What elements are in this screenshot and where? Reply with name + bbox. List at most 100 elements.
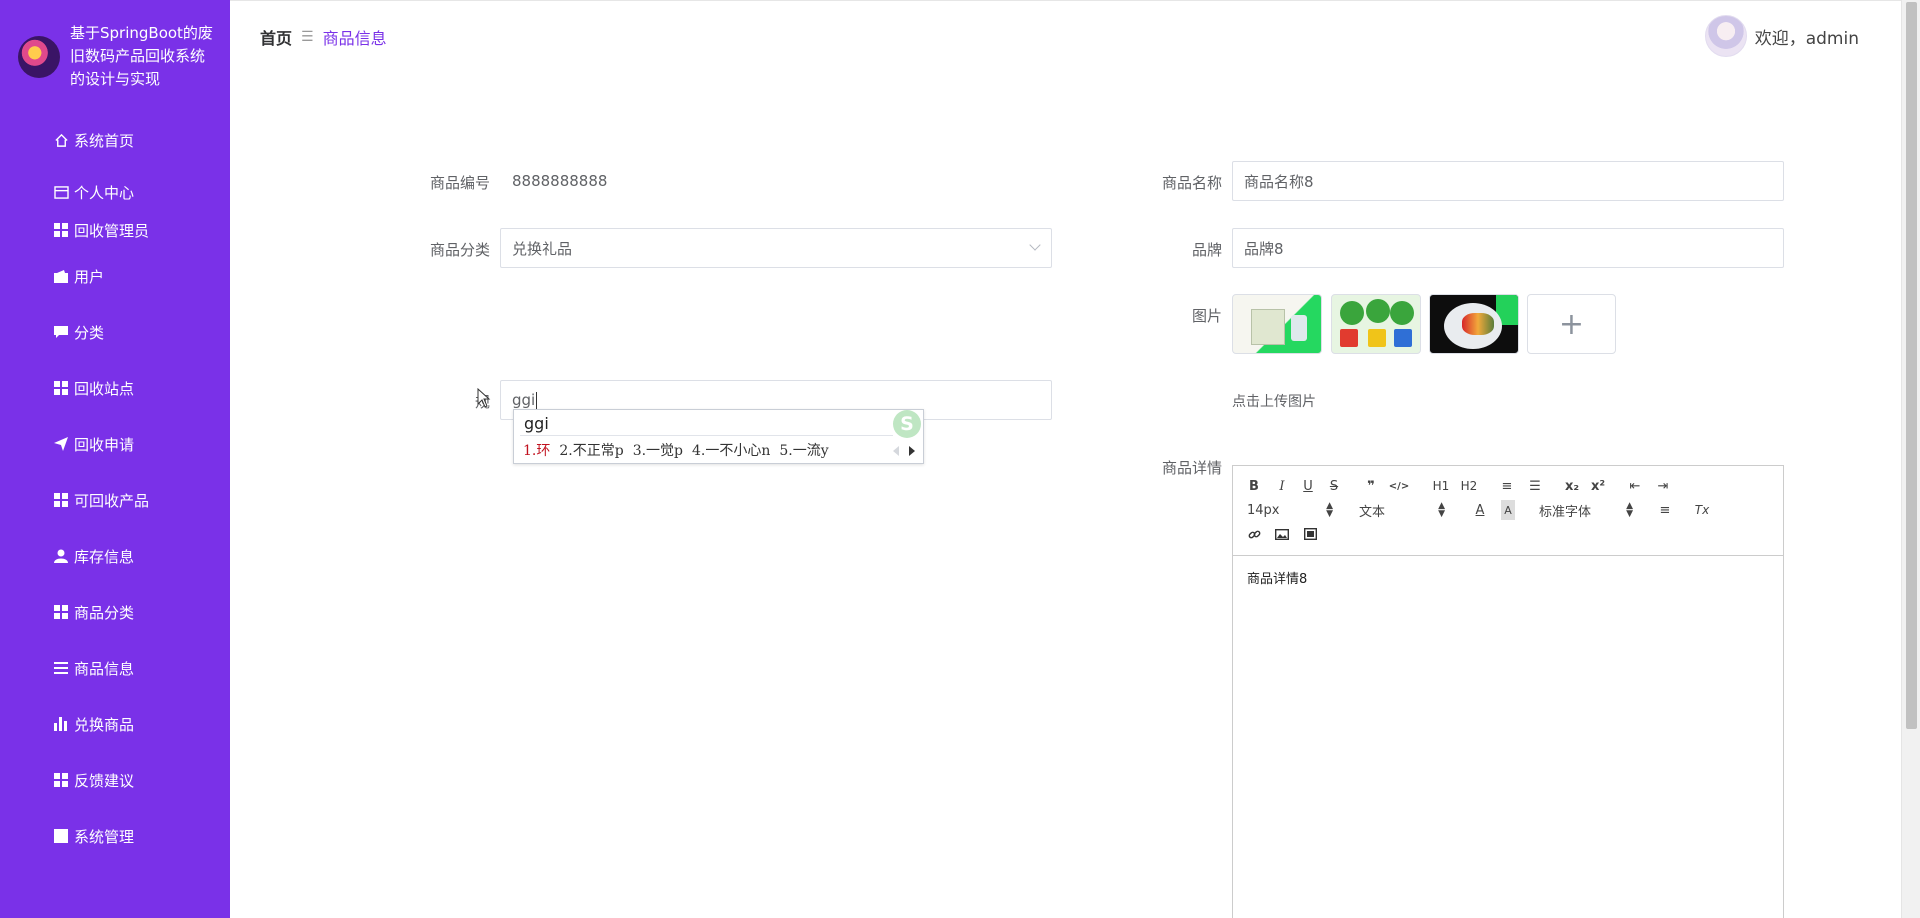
text-style-value: 文本 — [1359, 504, 1386, 520]
category-label: 商品分类 — [429, 241, 490, 259]
italic-button[interactable]: I — [1275, 476, 1289, 496]
outdent-button[interactable]: ⇤ — [1627, 476, 1643, 496]
grid-icon — [53, 772, 69, 788]
comment-icon — [53, 324, 69, 340]
uploaded-image[interactable] — [1429, 294, 1519, 354]
sidebar-item-label: 系统管理 — [74, 827, 135, 846]
ime-next-page-icon[interactable] — [909, 446, 915, 456]
sidebar-item-feedback[interactable]: 反馈建议 — [0, 752, 230, 808]
detail-label: 商品详情 — [1161, 459, 1222, 477]
breadcrumb-home[interactable]: 首页 — [260, 25, 292, 49]
ime-composition: ggi — [524, 414, 549, 433]
sidebar-item-goods-category[interactable]: 商品分类 — [0, 584, 230, 640]
sidebar-item-exchange-goods[interactable]: 兑换商品 — [0, 696, 230, 752]
video-icon — [1303, 528, 1317, 540]
subscript-button[interactable]: x₂ — [1563, 476, 1581, 496]
text-style-select[interactable]: 文本 ▲ ▼ — [1359, 501, 1445, 520]
toolbar-row: 14px ▲ ▼ 文本 ▲ ▼ A A 标准字体 ▲ ▼ ≡ Tx — [1247, 500, 1711, 520]
rich-text-editor: B I U S ❞ </> H1 H2 ≡ ☰ x₂ x² ⇤ ⇥ 14px ▲… — [1232, 465, 1784, 918]
brand-input[interactable]: 品牌8 — [1232, 228, 1784, 268]
category-select[interactable]: 兑换礼品 — [500, 228, 1052, 268]
font-family-value: 标准字体 — [1539, 504, 1592, 520]
indent-button[interactable]: ⇥ — [1655, 476, 1671, 496]
sidebar-item-label: 库存信息 — [74, 547, 135, 566]
font-family-select[interactable]: 标准字体 ▲ ▼ — [1539, 501, 1633, 520]
video-button[interactable] — [1303, 524, 1317, 544]
mouse-cursor-icon — [477, 388, 491, 408]
sidebar-item-recycle-station[interactable]: 回收站点 — [0, 360, 230, 416]
ordered-list-button[interactable]: ≡ — [1499, 476, 1515, 496]
quote-button[interactable]: ❞ — [1363, 476, 1379, 496]
plus-icon: + — [1558, 306, 1585, 342]
paper-plane-icon — [53, 436, 69, 452]
sidebar-item-label: 用户 — [74, 267, 105, 286]
logo — [18, 36, 60, 78]
brand-label: 品牌 — [1191, 241, 1222, 259]
name-input[interactable]: 商品名称8 — [1232, 161, 1784, 201]
strikethrough-button[interactable]: S — [1327, 476, 1341, 496]
avatar[interactable] — [1704, 15, 1747, 57]
code-label: 商品编号 — [429, 174, 490, 192]
code-value: 8888888888 — [512, 172, 608, 190]
upload-button[interactable]: + — [1527, 294, 1616, 354]
sidebar-item-label: 分类 — [74, 323, 105, 342]
ime-divider — [520, 435, 893, 436]
ime-candidate[interactable]: 2.不正常p — [559, 443, 623, 459]
ime-candidate[interactable]: 5.一流y — [779, 443, 828, 459]
updown-icon: ▲ ▼ — [1626, 501, 1633, 519]
ime-candidate[interactable]: 3.一觉p — [633, 443, 683, 459]
ime-candidate[interactable]: 4.一不小心n — [692, 443, 770, 459]
sidebar-item-label: 反馈建议 — [74, 771, 135, 790]
grid-icon — [53, 380, 69, 396]
sidebar-item-label: 回收站点 — [74, 379, 135, 398]
background-color-button[interactable]: A — [1501, 500, 1515, 520]
sidebar-item-category[interactable]: 分类 — [0, 304, 230, 360]
sidebar: 基于SpringBoot的废旧数码产品回收系统的设计与实现 系统首页 个人中心 … — [0, 0, 230, 918]
sidebar-item-label: 兑换商品 — [74, 715, 135, 734]
scrollbar-thumb[interactable] — [1906, 2, 1917, 729]
updown-icon: ▲ ▼ — [1326, 501, 1333, 519]
h2-button[interactable]: H2 — [1459, 476, 1479, 496]
font-size-select[interactable]: 14px ▲ ▼ — [1247, 501, 1333, 519]
sidebar-item-recycle-apply[interactable]: 回收申请 — [0, 416, 230, 472]
sidebar-item-label: 系统首页 — [74, 131, 135, 150]
sidebar-item-recycle-admin[interactable]: 回收管理员 — [0, 212, 230, 248]
font-size-value: 14px — [1247, 502, 1280, 518]
ime-candidates: 1.环 2.不正常p 3.一觉p 4.一不小心n 5.一流y — [523, 440, 838, 460]
category-select-value: 兑换礼品 — [512, 239, 573, 258]
sidebar-item-label: 回收管理员 — [74, 221, 150, 240]
sidebar-item-goods-info[interactable]: 商品信息 — [0, 640, 230, 696]
underline-button[interactable]: U — [1301, 476, 1315, 496]
updown-icon: ▲ ▼ — [1438, 501, 1445, 519]
align-button[interactable]: ≡ — [1657, 500, 1673, 520]
toolbar-row — [1247, 524, 1317, 544]
bullet-list-button[interactable]: ☰ — [1527, 476, 1543, 496]
uploaded-image[interactable] — [1232, 294, 1322, 354]
link-button[interactable] — [1247, 524, 1261, 544]
superscript-button[interactable]: x² — [1589, 476, 1607, 496]
chevron-down-icon — [1029, 239, 1041, 251]
font-color-button[interactable]: A — [1473, 500, 1487, 520]
page-scrollbar[interactable] — [1901, 0, 1920, 918]
sidebar-item-recyclable-product[interactable]: 可回收产品 — [0, 472, 230, 528]
h1-button[interactable]: H1 — [1431, 476, 1451, 496]
breadcrumb: 首页 ☰ 商品信息 — [260, 25, 387, 49]
clear-format-button[interactable]: Tx — [1693, 500, 1711, 520]
sidebar-item-system[interactable]: 系统管理 — [0, 808, 230, 864]
editor-content[interactable]: 商品详情8 — [1233, 556, 1783, 599]
uploaded-image[interactable] — [1331, 294, 1421, 354]
sidebar-item-user[interactable]: 用户 — [0, 248, 230, 304]
code-block-button[interactable]: </> — [1389, 476, 1409, 496]
ime-candidate[interactable]: 1.环 — [523, 443, 550, 459]
brand-input-value: 品牌8 — [1244, 239, 1284, 258]
image-button[interactable] — [1275, 524, 1289, 544]
user-menu[interactable]: 欢迎，admin — [1704, 15, 1859, 57]
person-icon — [53, 548, 69, 564]
sidebar-item-label: 个人中心 — [74, 183, 135, 202]
list-icon — [53, 660, 69, 676]
ime-prev-page-icon[interactable] — [893, 446, 899, 456]
sidebar-item-home[interactable]: 系统首页 — [0, 116, 230, 164]
sidebar-item-inventory[interactable]: 库存信息 — [0, 528, 230, 584]
grid-icon — [53, 222, 69, 238]
bold-button[interactable]: B — [1247, 476, 1261, 496]
